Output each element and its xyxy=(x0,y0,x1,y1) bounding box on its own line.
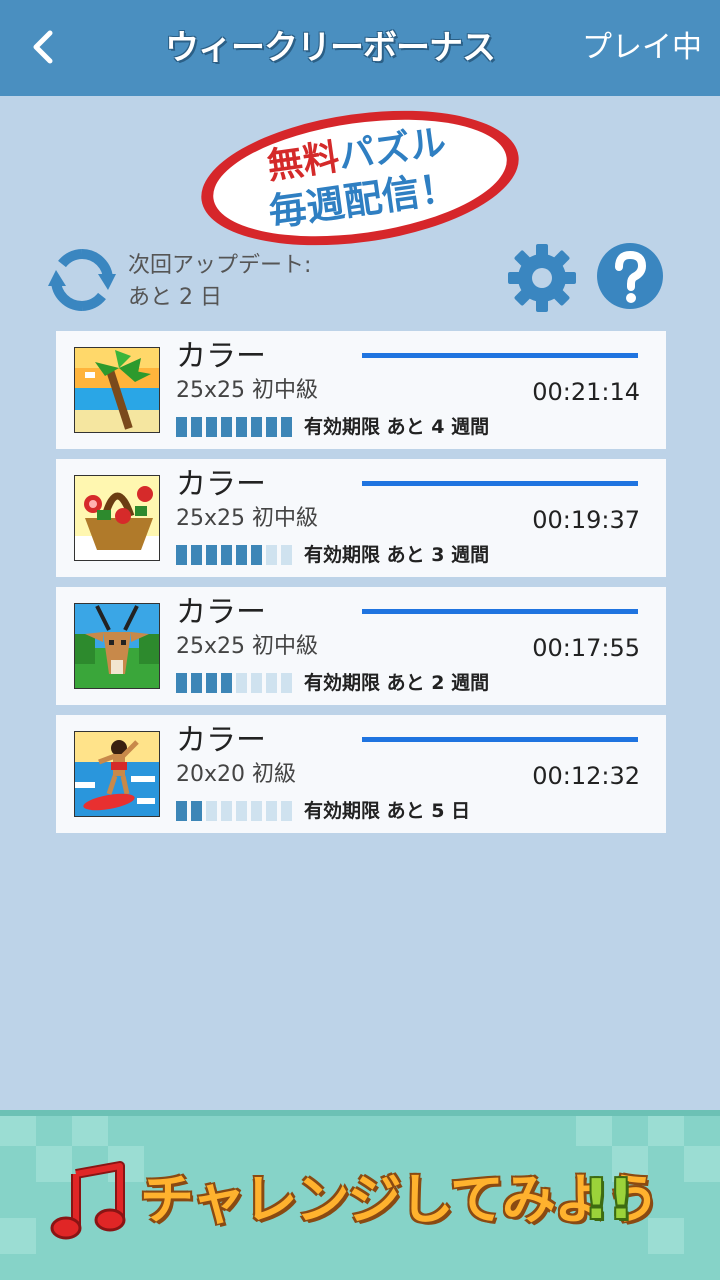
expiry-segment xyxy=(221,417,232,437)
expiry-segment xyxy=(281,417,292,437)
puzzle-time: 00:21:14 xyxy=(532,378,640,406)
badge-free-text: 無料 xyxy=(264,136,342,188)
puzzle-name: カラー xyxy=(176,339,266,374)
next-update-info: 次回アップデート: あと 2 日 xyxy=(128,250,388,314)
puzzle-time: 00:17:55 xyxy=(532,634,640,662)
expiry-segment xyxy=(266,801,277,821)
back-button[interactable] xyxy=(18,22,68,72)
expiry-segment xyxy=(221,801,232,821)
puzzle-thumbnail-basket xyxy=(74,475,160,561)
expiry-segment xyxy=(236,673,247,693)
puzzle-accent-line xyxy=(362,609,638,614)
expiry-segment xyxy=(251,417,262,437)
puzzle-size: 20x20 初級 xyxy=(176,762,297,787)
help-button[interactable] xyxy=(596,242,664,310)
playing-tab[interactable]: プレイ中 xyxy=(582,0,702,96)
expiry-segment xyxy=(176,417,187,437)
expiry-segment xyxy=(266,417,277,437)
refresh-icon[interactable] xyxy=(48,246,116,314)
expiry-segment xyxy=(236,545,247,565)
expiry-segment xyxy=(266,545,277,565)
puzzle-card[interactable]: カラー 25x25 初中級 00:19:37 有効期限 あと 3 週間 xyxy=(56,459,666,577)
puzzle-size: 25x25 初中級 xyxy=(176,634,319,659)
next-update-remaining: あと 2 日 xyxy=(128,285,222,310)
puzzle-expiry: 有効期限 あと 4 週間 xyxy=(304,416,490,438)
expiry-meter xyxy=(176,801,292,821)
gear-icon xyxy=(508,244,576,312)
expiry-segment xyxy=(221,673,232,693)
expiry-segment xyxy=(176,545,187,565)
expiry-meter xyxy=(176,417,292,437)
chevron-left-icon xyxy=(33,30,53,64)
puzzle-accent-line xyxy=(362,481,638,486)
expiry-segment xyxy=(206,545,217,565)
expiry-segment xyxy=(191,545,202,565)
puzzle-expiry: 有効期限 あと 5 日 xyxy=(304,800,471,822)
expiry-segment xyxy=(191,417,202,437)
puzzle-size: 25x25 初中級 xyxy=(176,506,319,531)
expiry-meter xyxy=(176,545,292,565)
challenge-exclaim: !! xyxy=(584,1168,634,1231)
free-puzzle-badge: 無料パズル 毎週配信！ xyxy=(196,108,524,248)
expiry-segment xyxy=(251,673,262,693)
settings-button[interactable] xyxy=(506,242,578,314)
next-update-label: 次回アップデート: xyxy=(128,253,312,278)
expiry-segment xyxy=(281,801,292,821)
expiry-segment xyxy=(236,801,247,821)
expiry-segment xyxy=(281,673,292,693)
puzzle-thumbnail-antelope xyxy=(74,603,160,689)
expiry-segment xyxy=(206,417,217,437)
puzzle-size: 25x25 初中級 xyxy=(176,378,319,403)
puzzle-accent-line xyxy=(362,737,638,742)
puzzle-time: 00:19:37 xyxy=(532,506,640,534)
puzzle-time: 00:12:32 xyxy=(532,762,640,790)
expiry-segment xyxy=(251,801,262,821)
top-bar: ウィークリーボーナス プレイ中 xyxy=(0,0,720,96)
question-icon xyxy=(597,243,663,309)
puzzle-card[interactable]: カラー 25x25 初中級 00:21:14 有効期限 あと 4 週間 xyxy=(56,331,666,449)
expiry-segment xyxy=(281,545,292,565)
expiry-segment xyxy=(176,801,187,821)
puzzle-accent-line xyxy=(362,353,638,358)
puzzle-expiry: 有効期限 あと 3 週間 xyxy=(304,544,490,566)
expiry-segment xyxy=(191,673,202,693)
expiry-segment xyxy=(236,417,247,437)
expiry-segment xyxy=(221,545,232,565)
challenge-text: チャレンジしてみよう xyxy=(140,1168,660,1231)
puzzle-name: カラー xyxy=(176,595,266,630)
expiry-segment xyxy=(251,545,262,565)
expiry-segment xyxy=(266,673,277,693)
puzzle-name: カラー xyxy=(176,723,266,758)
puzzle-card[interactable]: カラー 25x25 初中級 00:17:55 有効期限 あと 2 週間 xyxy=(56,587,666,705)
puzzle-expiry: 有効期限 あと 2 週間 xyxy=(304,672,490,694)
puzzle-list: カラー 25x25 初中級 00:21:14 有効期限 あと 4 週間 カラー … xyxy=(56,331,666,843)
puzzle-thumbnail-palm xyxy=(74,347,160,433)
puzzle-name: カラー xyxy=(176,467,266,502)
page-title: ウィークリーボーナス xyxy=(165,28,496,68)
expiry-segment xyxy=(176,673,187,693)
music-note-icon xyxy=(50,1160,134,1244)
expiry-segment xyxy=(206,801,217,821)
expiry-segment xyxy=(191,801,202,821)
puzzle-thumbnail-surfer xyxy=(74,731,160,817)
expiry-meter xyxy=(176,673,292,693)
expiry-segment xyxy=(206,673,217,693)
puzzle-card[interactable]: カラー 20x20 初級 00:12:32 有効期限 あと 5 日 xyxy=(56,715,666,833)
